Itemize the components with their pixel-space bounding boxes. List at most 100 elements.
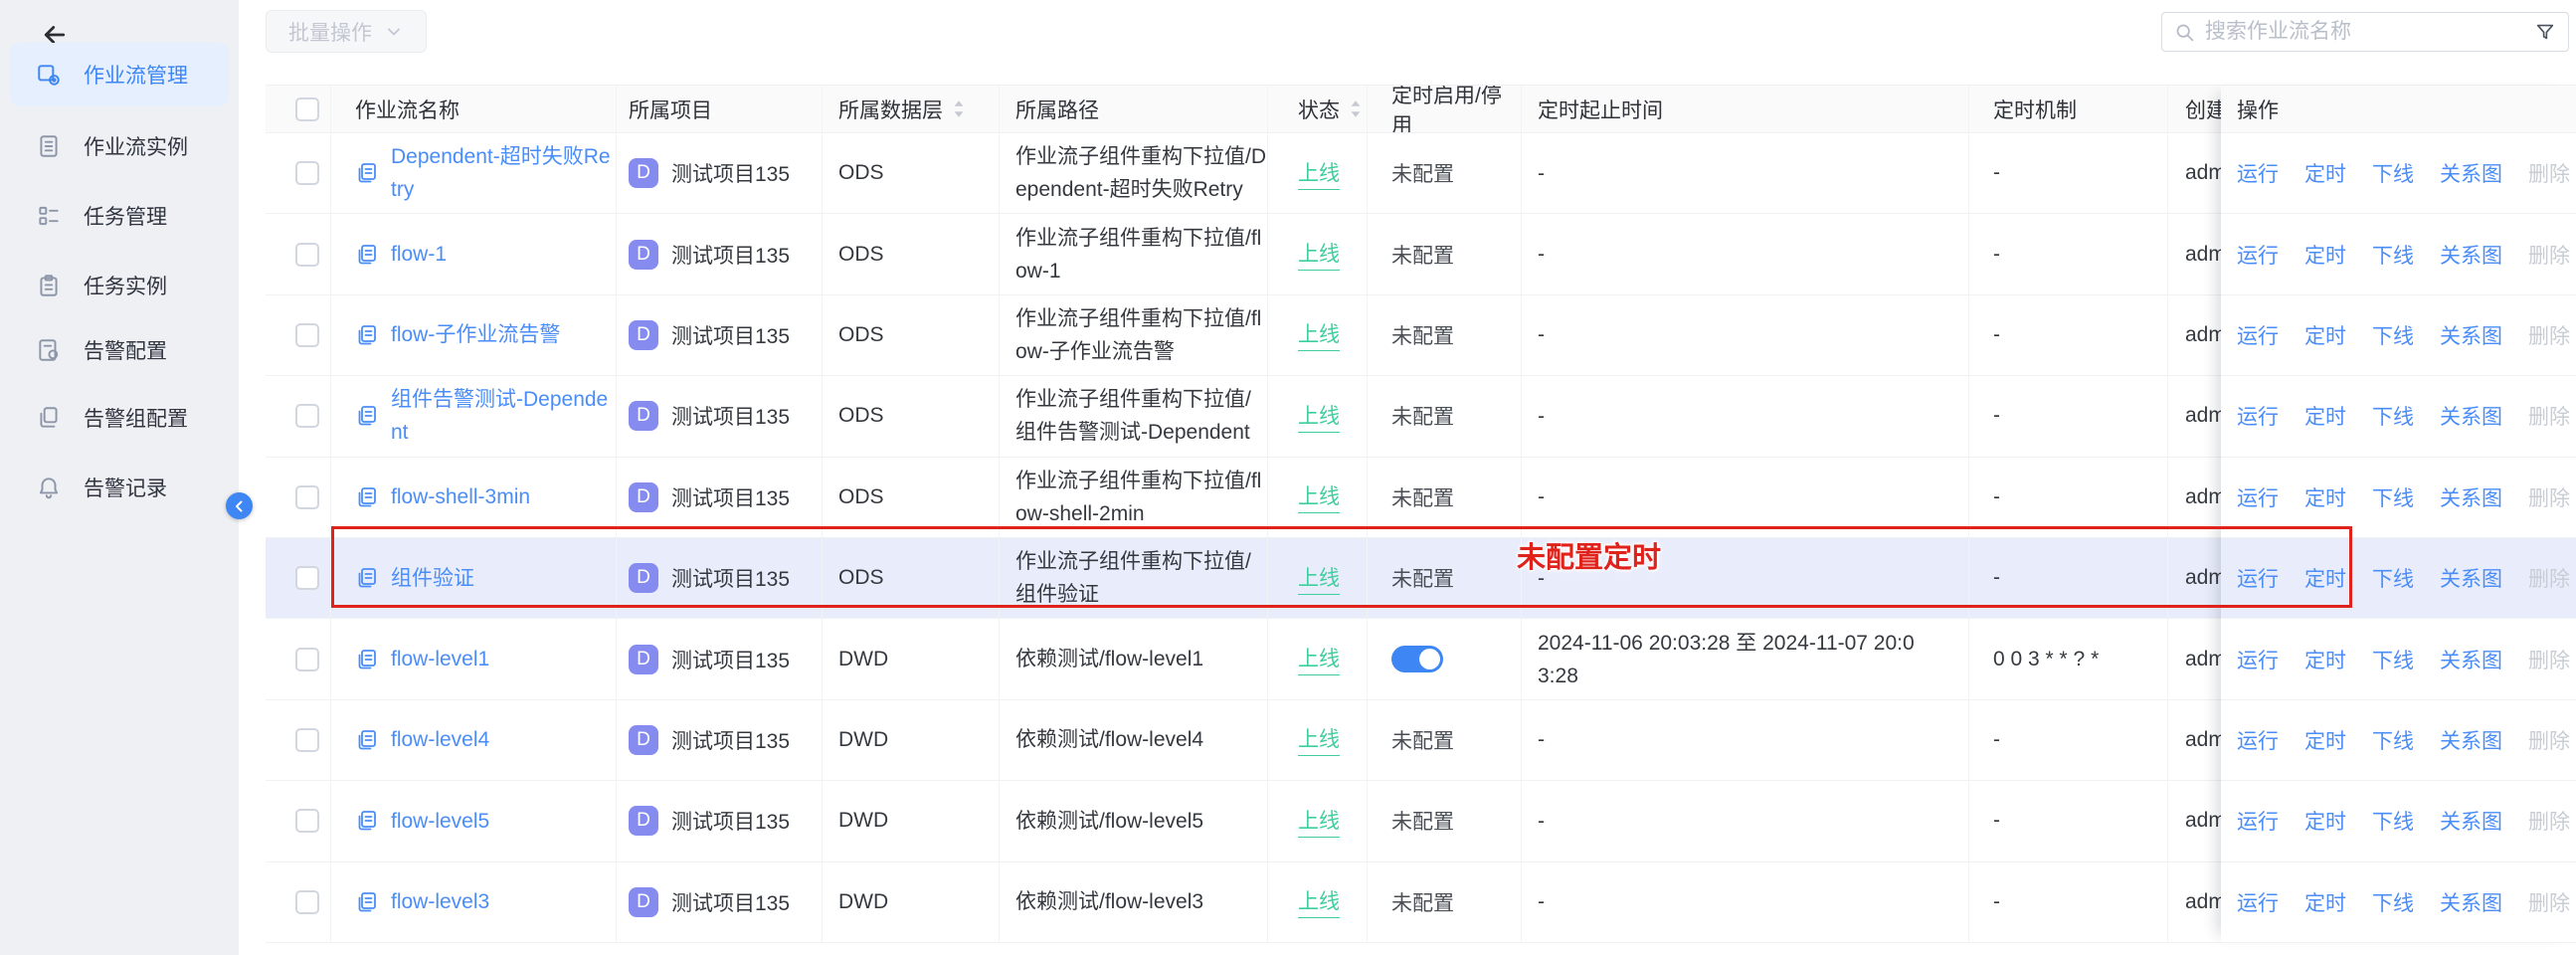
status-badge[interactable]: 上线: [1298, 723, 1340, 757]
relation-graph-link[interactable]: 关系图: [2427, 482, 2515, 512]
run-link[interactable]: 运行: [2224, 725, 2292, 755]
offline-link[interactable]: 下线: [2359, 401, 2427, 431]
offline-link[interactable]: 下线: [2359, 806, 2427, 836]
schedule-link[interactable]: 定时: [2292, 320, 2359, 350]
run-link[interactable]: 运行: [2224, 887, 2292, 917]
sidebar-item-alert-config[interactable]: 告警配置: [10, 318, 229, 382]
offline-link[interactable]: 下线: [2359, 320, 2427, 350]
row-checkbox[interactable]: [295, 566, 319, 591]
sidebar-item-task-management[interactable]: 任务管理: [10, 184, 229, 248]
sort-icon[interactable]: [952, 98, 966, 120]
status-badge[interactable]: 上线: [1298, 562, 1340, 595]
offline-link[interactable]: 下线: [2359, 887, 2427, 917]
run-link[interactable]: 运行: [2224, 806, 2292, 836]
column-header-layer[interactable]: 所属数据层: [823, 86, 1000, 132]
run-link[interactable]: 运行: [2224, 158, 2292, 188]
layer-cell: ODS: [823, 376, 1000, 457]
creator-value: adm: [2185, 647, 2226, 670]
path-value: 作业流子组件重构下拉值/ 组件告警测试-Dependent: [1015, 388, 1251, 445]
workflow-name-link[interactable]: flow-level3: [355, 885, 489, 918]
offline-link[interactable]: 下线: [2359, 482, 2427, 512]
offline-link[interactable]: 下线: [2359, 725, 2427, 755]
status-cell: 上线: [1268, 619, 1368, 699]
status-badge[interactable]: 上线: [1298, 805, 1340, 838]
relation-graph-link[interactable]: 关系图: [2427, 158, 2515, 188]
sidebar-item-alert-record[interactable]: 告警记录: [10, 456, 229, 519]
status-badge[interactable]: 上线: [1298, 318, 1340, 352]
path-cell: 作业流子组件重构下拉值/fl ow-shell-2min: [1000, 457, 1268, 537]
cron-value: -: [1993, 809, 2000, 833]
run-link[interactable]: 运行: [2224, 482, 2292, 512]
schedule-link[interactable]: 定时: [2292, 806, 2359, 836]
run-link[interactable]: 运行: [2224, 320, 2292, 350]
search-input[interactable]: [2205, 20, 2524, 44]
sidebar-collapse-button[interactable]: [226, 492, 253, 519]
workflow-name-link[interactable]: Dependent-超时失败Re try: [355, 140, 611, 206]
workflow-name-link[interactable]: 组件验证: [355, 562, 474, 595]
status-badge[interactable]: 上线: [1298, 238, 1340, 272]
schedule-link[interactable]: 定时: [2292, 240, 2359, 270]
search-icon: [2176, 24, 2194, 41]
sort-icon[interactable]: [1349, 98, 1363, 120]
sidebar-item-workflow-management[interactable]: 作业流管理: [10, 43, 229, 106]
status-badge[interactable]: 上线: [1298, 885, 1340, 919]
workflow-name-link[interactable]: flow-1: [355, 238, 447, 271]
filter-funnel-icon[interactable]: [2534, 21, 2556, 43]
row-checkbox[interactable]: [295, 809, 319, 834]
bulk-actions-button[interactable]: 批量操作: [266, 10, 427, 53]
schedule-link[interactable]: 定时: [2292, 725, 2359, 755]
row-checkbox[interactable]: [295, 161, 319, 186]
schedule-link[interactable]: 定时: [2292, 158, 2359, 188]
column-header-status[interactable]: 状态: [1268, 86, 1368, 132]
row-checkbox[interactable]: [295, 484, 319, 509]
offline-link[interactable]: 下线: [2359, 563, 2427, 593]
relation-graph-link[interactable]: 关系图: [2427, 563, 2515, 593]
relation-graph-link[interactable]: 关系图: [2427, 887, 2515, 917]
relation-graph-link[interactable]: 关系图: [2427, 645, 2515, 674]
status-badge[interactable]: 上线: [1298, 400, 1340, 433]
task-management-icon: [39, 206, 59, 226]
run-link[interactable]: 运行: [2224, 401, 2292, 431]
status-badge[interactable]: 上线: [1298, 157, 1340, 190]
row-checkbox[interactable]: [295, 404, 319, 429]
relation-graph-link[interactable]: 关系图: [2427, 806, 2515, 836]
status-badge[interactable]: 上线: [1298, 480, 1340, 514]
workflow-name-link[interactable]: flow-level1: [355, 643, 489, 675]
schedule-link[interactable]: 定时: [2292, 645, 2359, 674]
table-row-actions: 运行 定时 下线 关系图 删除: [2221, 376, 2576, 458]
offline-link[interactable]: 下线: [2359, 158, 2427, 188]
run-link[interactable]: 运行: [2224, 240, 2292, 270]
relation-graph-link[interactable]: 关系图: [2427, 401, 2515, 431]
cron-value: -: [1993, 322, 2000, 346]
schedule-link[interactable]: 定时: [2292, 482, 2359, 512]
workflow-name-link[interactable]: flow-level5: [355, 805, 489, 838]
workflow-name-link[interactable]: flow-level4: [355, 723, 489, 756]
workflow-name-link[interactable]: 组件告警测试-Depende nt: [355, 383, 608, 449]
sidebar-item-workflow-instance[interactable]: 作业流实例: [10, 114, 229, 178]
row-checkbox[interactable]: [295, 889, 319, 914]
relation-graph-link[interactable]: 关系图: [2427, 240, 2515, 270]
run-link[interactable]: 运行: [2224, 563, 2292, 593]
path-cell: 作业流子组件重构下拉值/ 组件告警测试-Dependent: [1000, 376, 1268, 457]
schedule-toggle[interactable]: [1391, 646, 1443, 673]
run-link[interactable]: 运行: [2224, 645, 2292, 674]
schedule-link[interactable]: 定时: [2292, 563, 2359, 593]
relation-graph-link[interactable]: 关系图: [2427, 320, 2515, 350]
status-badge[interactable]: 上线: [1298, 643, 1340, 676]
select-all-checkbox[interactable]: [295, 96, 319, 121]
offline-link[interactable]: 下线: [2359, 645, 2427, 674]
sidebar-item-alert-group-config[interactable]: 告警组配置: [10, 386, 229, 450]
row-checkbox[interactable]: [295, 647, 319, 671]
workflow-name-link[interactable]: flow-shell-3min: [355, 480, 530, 513]
row-checkbox[interactable]: [295, 322, 319, 347]
offline-link[interactable]: 下线: [2359, 240, 2427, 270]
row-checkbox[interactable]: [295, 242, 319, 267]
sidebar-item-task-instance[interactable]: 任务实例: [10, 254, 229, 317]
schedule-link[interactable]: 定时: [2292, 401, 2359, 431]
relation-graph-link[interactable]: 关系图: [2427, 725, 2515, 755]
schedule-link[interactable]: 定时: [2292, 887, 2359, 917]
delete-link: 删除: [2528, 729, 2570, 753]
row-checkbox[interactable]: [295, 727, 319, 752]
workflow-name-link[interactable]: flow-子作业流告警: [355, 318, 560, 351]
bulk-actions-label: 批量操作: [288, 21, 372, 45]
